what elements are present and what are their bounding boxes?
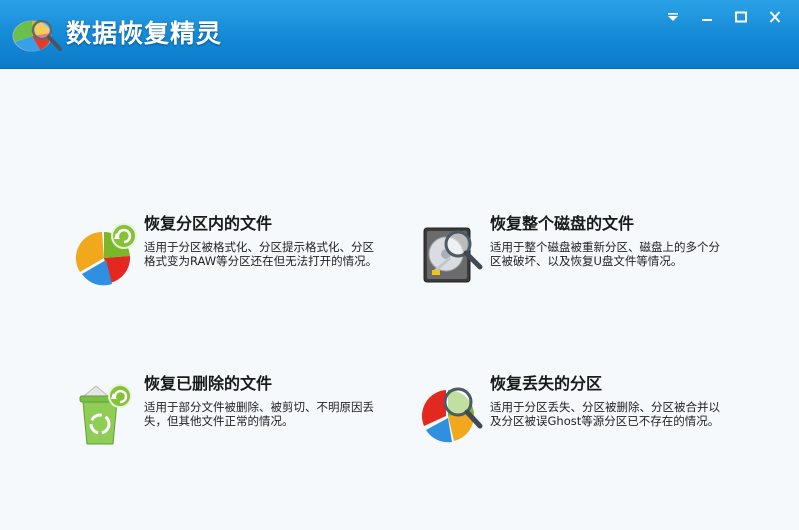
title-bar[interactable]: 数据恢复精灵 — [0, 0, 799, 69]
option-description: 适用于整个磁盘被重新分区、磁盘上的多个分区被破坏、以及恢复U盘文件等情况。 — [490, 240, 720, 268]
pie-chart-refresh-icon — [75, 223, 137, 286]
close-icon — [769, 11, 781, 23]
close-button[interactable] — [761, 6, 789, 28]
window-controls — [659, 6, 789, 28]
option-title: 恢复丢失的分区 — [490, 374, 603, 393]
option-description: 适用于分区丢失、分区被删除、分区被合并以及分区被误Ghost等源分区已不存在的情… — [490, 400, 720, 428]
app-title: 数据恢复精灵 — [66, 19, 223, 48]
maximize-button[interactable] — [727, 6, 755, 28]
recover-partition-files-option[interactable]: 恢复分区内的文件 适用于分区被格式化、分区提示格式化、分区格式变为RAW等分区还… — [74, 210, 394, 320]
recover-lost-partition-option[interactable]: 恢复丢失的分区 适用于分区丢失、分区被删除、分区被合并以及分区被误Ghost等源… — [420, 370, 740, 480]
recycle-bin-icon — [79, 384, 132, 445]
option-title: 恢复整个磁盘的文件 — [490, 214, 635, 233]
main-content: 恢复分区内的文件 适用于分区被格式化、分区提示格式化、分区格式变为RAW等分区还… — [0, 70, 799, 530]
minimize-icon — [702, 19, 712, 21]
option-title: 恢复分区内的文件 — [144, 214, 273, 233]
option-description: 适用于部分文件被删除、被剪切、不明原因丢失，但其他文件正常的情况。 — [144, 400, 374, 428]
recover-deleted-files-option[interactable]: 恢复已删除的文件 适用于部分文件被删除、被剪切、不明原因丢失，但其他文件正常的情… — [74, 370, 394, 480]
option-title: 恢复已删除的文件 — [144, 374, 273, 393]
hard-disk-magnifier-icon — [423, 227, 483, 283]
option-description: 适用于分区被格式化、分区提示格式化、分区格式变为RAW等分区还在但无法打开的情况… — [144, 240, 378, 268]
menu-button[interactable] — [659, 6, 687, 28]
pie-chart-magnifier-icon — [421, 387, 483, 443]
minimize-button[interactable] — [693, 6, 721, 28]
app-logo-icon — [12, 19, 62, 52]
dropdown-triangle-icon — [668, 13, 678, 21]
recover-disk-files-option[interactable]: 恢复整个磁盘的文件 适用于整个磁盘被重新分区、磁盘上的多个分区被破坏、以及恢复U… — [420, 210, 740, 320]
maximize-icon — [735, 11, 747, 23]
